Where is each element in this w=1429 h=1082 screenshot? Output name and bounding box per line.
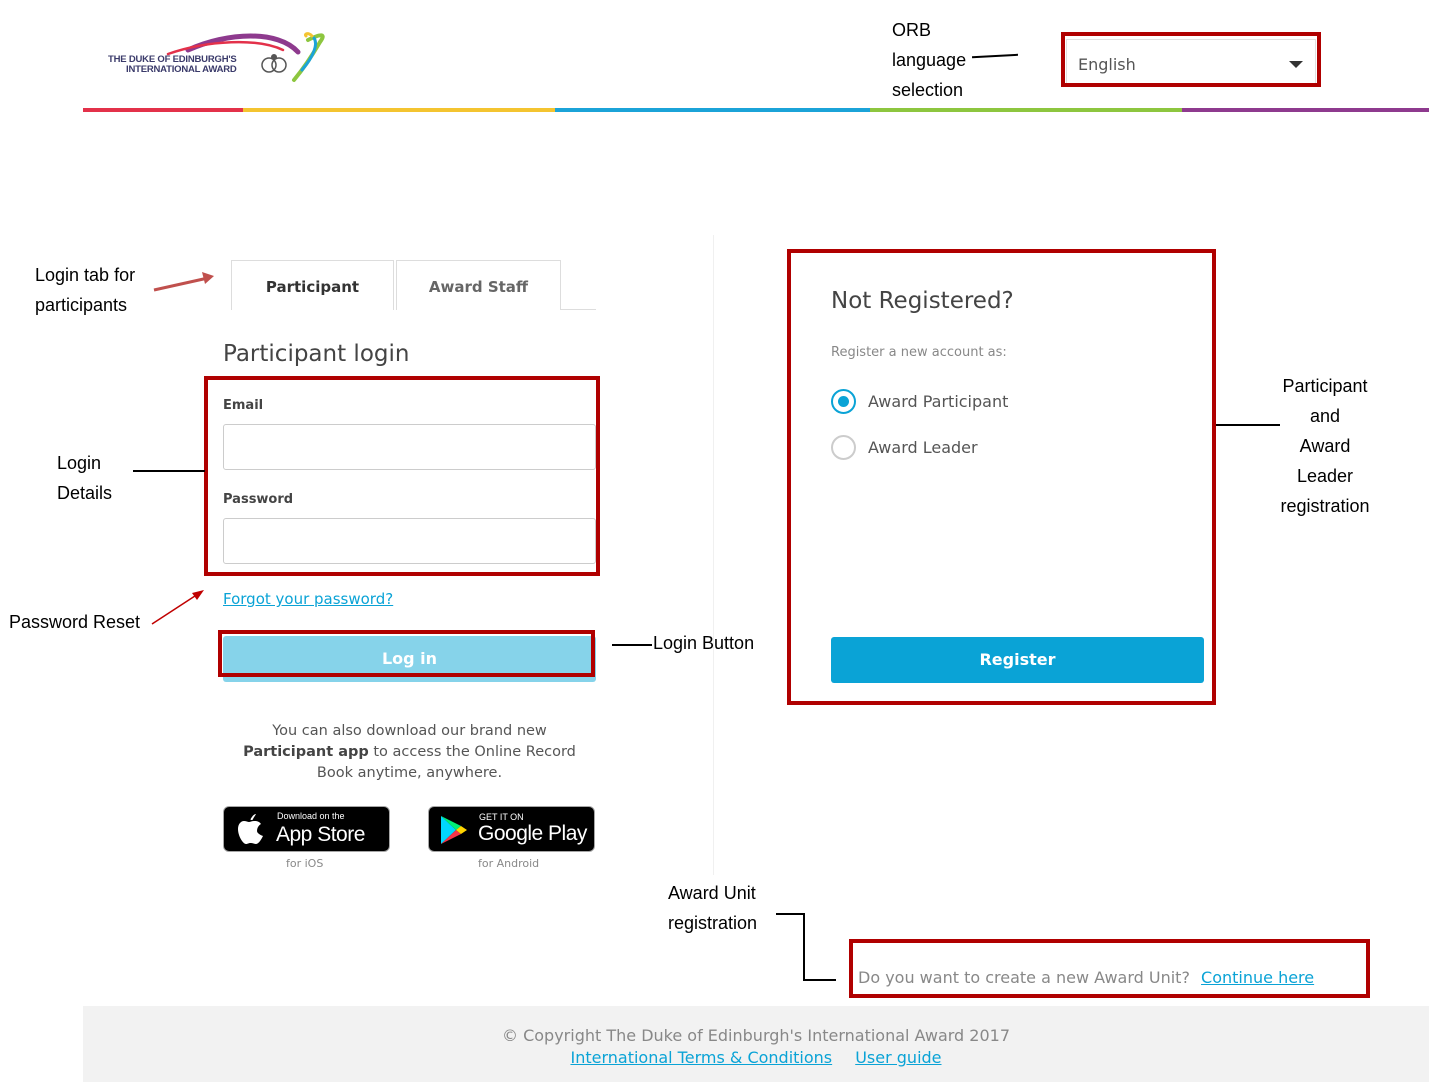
annotation-registration: Participant and Award Leader registratio… [1268,371,1382,521]
anno-line-award-unit-c [803,979,836,981]
stripe-yellow [243,108,555,112]
column-divider [713,235,714,875]
anno-orb-2: language [892,50,967,70]
logo-text-line2: INTERNATIONAL AWARD [126,64,237,75]
duke-of-edinburgh-logo[interactable]: THE DUKE OF EDINBURGH'S INTERNATIONAL AW… [108,30,328,86]
footer: © Copyright The Duke of Edinburgh's Inte… [83,1006,1429,1082]
anno-orb-3: selection [892,80,964,100]
apple-icon [238,814,263,844]
annotation-award-unit: Award Unit registration [668,878,757,938]
tab-participant[interactable]: Participant [231,260,394,310]
anno-reg-5: registration [1280,496,1370,516]
anno-award-unit-1: Award Unit [668,883,756,903]
app-store-badge[interactable]: Download on the App Store [223,806,390,852]
android-caption: for Android [478,857,540,870]
anno-login-details-2: Details [57,483,113,503]
callout-registration [787,249,1216,705]
callout-language [1061,32,1321,87]
app-promo-text: You can also download our brand new Part… [223,721,596,784]
anno-login-tab-2: participants [35,295,128,315]
annotation-login-details: Login Details [57,448,112,508]
user-guide-link[interactable]: User guide [855,1048,941,1067]
forgot-password-link[interactable]: Forgot your password? [223,590,393,608]
anno-login-details-1: Login [57,453,102,473]
anno-line-award-unit-a [776,913,805,915]
anno-award-unit-2: registration [668,913,758,933]
callout-award-unit [849,939,1370,998]
annotation-password-reset: Password Reset [9,612,141,632]
stripe-green [870,108,1182,112]
anno-reg-1: Participant [1282,376,1368,396]
app-store-big-text: App Store [276,823,365,846]
arrow-login-tab-icon [153,272,214,292]
anno-login-tab-1: Login tab for [35,265,136,285]
annotation-orb-language: ORB language selection [892,15,966,105]
google-play-icon [441,816,467,844]
stripe-blue [555,108,870,112]
stripe-red [83,108,243,112]
anno-line-award-unit-b [803,913,805,981]
ios-caption: for iOS [286,857,324,870]
anno-line-login-details [133,470,205,472]
annotation-login-button: Login Button [653,633,755,653]
footer-links: International Terms & Conditions User gu… [83,1048,1429,1067]
callout-login-button [218,630,595,677]
terms-link[interactable]: International Terms & Conditions [570,1048,832,1067]
stripe-purple [1182,108,1429,112]
tab-baseline [561,309,596,310]
anno-reg-4: Leader [1296,466,1354,486]
app-promo-bold: Participant app [243,744,369,760]
app-store-small-text: Download on the [277,811,345,821]
tab-award-staff[interactable]: Award Staff [396,260,561,310]
annotation-login-tab: Login tab for participants [35,260,135,320]
callout-login-details [204,376,600,576]
anno-orb-1: ORB [892,20,932,40]
copyright-text: © Copyright The Duke of Edinburgh's Inte… [502,1026,1010,1045]
google-play-small-text: GET IT ON [479,812,524,822]
arrow-password-reset-icon [151,590,204,625]
google-play-badge[interactable]: GET IT ON Google Play [428,806,595,852]
app-promo-text-1: You can also download our brand new [272,723,547,739]
anno-reg-2: and [1309,406,1341,426]
anno-reg-3: Award [1299,436,1351,456]
login-title: Participant login [223,341,410,367]
google-play-big-text: Google Play [478,822,587,845]
anno-line-login-button [612,644,652,646]
